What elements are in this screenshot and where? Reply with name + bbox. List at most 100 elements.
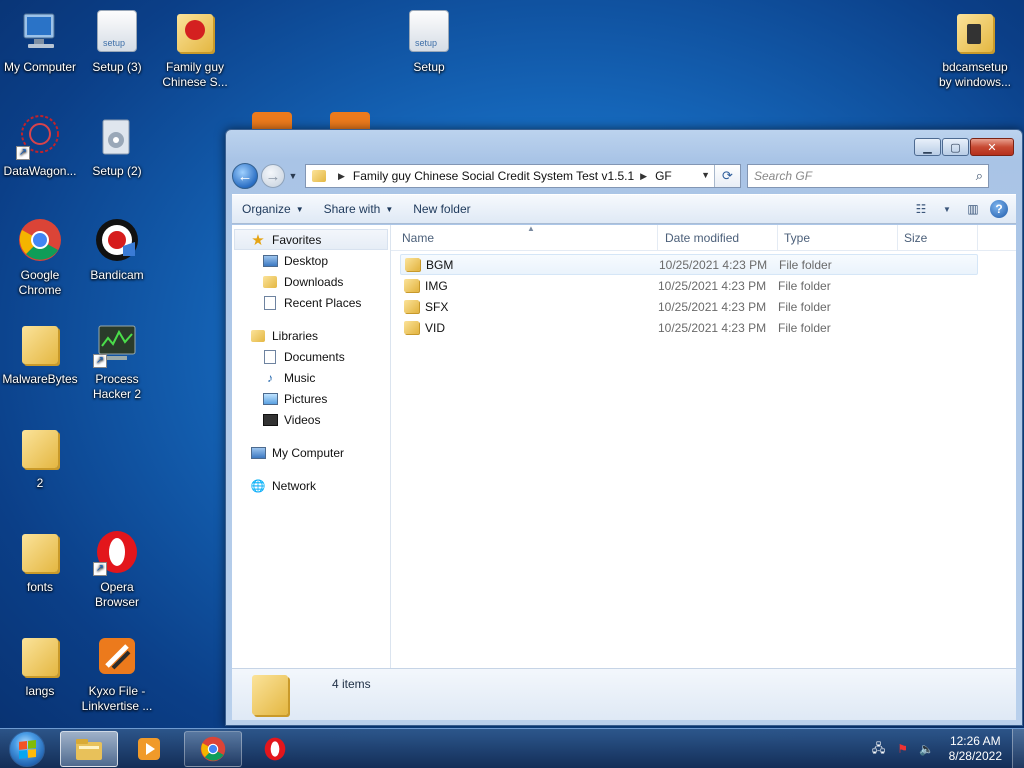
nav-item-label: Pictures xyxy=(284,391,328,406)
search-input[interactable]: Search GF ⌕ xyxy=(747,164,989,188)
recent-places-icon xyxy=(262,295,278,311)
desktop-icon-label: bdcamsetup by windows... xyxy=(938,60,1012,89)
file-date: 10/25/2021 4:23 PM xyxy=(659,257,768,272)
file-row-img[interactable]: IMG 10/25/2021 4:23 PM File folder xyxy=(400,275,978,296)
file-row-vid[interactable]: VID 10/25/2021 4:23 PM File folder xyxy=(400,317,978,338)
nav-item-recent-places[interactable]: Recent Places xyxy=(232,292,390,313)
minimize-button[interactable]: ▁ xyxy=(914,138,941,156)
nav-item-downloads[interactable]: Downloads xyxy=(232,271,390,292)
desktop-icon-process-hacker[interactable]: ↗ Process Hacker 2 xyxy=(77,320,157,402)
help-icon[interactable]: ? xyxy=(990,200,1008,218)
forward-button[interactable]: → xyxy=(261,164,285,188)
desktop-icon-opera[interactable]: ↗ Opera Browser xyxy=(77,528,157,610)
folder-icon xyxy=(404,321,419,334)
breadcrumb-separator[interactable]: ▶ xyxy=(640,171,647,182)
breadcrumb-separator[interactable]: ▶ xyxy=(338,171,345,182)
desktop-icon-label: Setup (3) xyxy=(92,60,142,74)
back-button[interactable]: ← xyxy=(232,163,258,189)
folder-icon xyxy=(404,300,419,313)
maximize-button[interactable]: ▢ xyxy=(942,138,969,156)
desktop-icon-label: Google Chrome xyxy=(18,268,62,297)
nav-item-libraries[interactable]: Libraries xyxy=(232,325,390,346)
desktop-icon-google-chrome[interactable]: Google Chrome xyxy=(0,216,80,298)
desktop-icon-my-computer[interactable]: My Computer xyxy=(0,8,80,75)
column-type[interactable]: Type xyxy=(778,225,898,250)
clock[interactable]: 12:26 AM 8/28/2022 xyxy=(949,734,1002,764)
breadcrumb-item[interactable]: GF xyxy=(655,169,672,183)
start-button[interactable] xyxy=(4,729,50,768)
desktop-icon-label: 2 xyxy=(36,476,44,490)
desktop-icon-datawagon[interactable]: ↗ DataWagon... xyxy=(0,112,80,179)
nav-item-label: Network xyxy=(272,478,317,493)
desktop-icon-setup-3[interactable]: setup Setup (3) xyxy=(77,8,157,75)
address-dropdown[interactable]: ▼ xyxy=(701,170,710,180)
taskbar-opera[interactable] xyxy=(246,731,304,767)
column-size[interactable]: Size xyxy=(898,225,978,250)
videos-icon xyxy=(262,412,278,428)
new-folder-button[interactable]: New folder xyxy=(403,195,480,223)
share-with-button[interactable]: Share with ▼ xyxy=(314,195,404,223)
nav-item-music[interactable]: ♪ Music xyxy=(232,367,390,388)
search-icon[interactable]: ⌕ xyxy=(976,168,983,184)
share-with-label: Share with xyxy=(323,202,381,216)
desktop-icon-setup[interactable]: setup Setup xyxy=(389,8,469,75)
show-desktop-button[interactable] xyxy=(1012,729,1024,768)
taskbar: 🖧 ⚑ 🔈 12:26 AM 8/28/2022 xyxy=(0,728,1024,768)
desktop-icon-langs[interactable]: langs xyxy=(0,632,80,699)
datawagon-icon: ↗ xyxy=(16,112,64,160)
file-type: File folder xyxy=(778,278,831,293)
nav-item-desktop[interactable]: Desktop xyxy=(232,250,390,271)
file-row-bgm[interactable]: BGM 10/25/2021 4:23 PM File folder xyxy=(400,254,978,275)
nav-item-videos[interactable]: Videos xyxy=(232,409,390,430)
nav-item-network[interactable]: 🌐 Network xyxy=(232,475,390,496)
nav-item-label: Downloads xyxy=(284,274,344,289)
chevron-down-icon[interactable]: ▼ xyxy=(938,200,956,218)
file-name: BGM xyxy=(426,257,454,272)
folder-icon xyxy=(405,258,420,271)
folder-icon xyxy=(171,8,219,56)
taskbar-explorer[interactable] xyxy=(60,731,118,767)
address-bar[interactable]: ▶ Family guy Chinese Social Credit Syste… xyxy=(305,164,741,188)
setup-icon: setup xyxy=(405,8,453,56)
setup-icon: setup xyxy=(93,8,141,56)
folder-icon xyxy=(312,170,326,182)
bandicam-icon xyxy=(93,216,141,264)
desktop-icon-kyxo[interactable]: Kyxo File - Linkvertise ... xyxy=(77,632,157,714)
organize-button[interactable]: Organize ▼ xyxy=(232,195,314,223)
pictures-icon xyxy=(262,391,278,407)
column-name[interactable]: Name xyxy=(391,225,658,250)
view-options-icon[interactable]: ☷ xyxy=(912,200,930,218)
explorer-window[interactable]: ▁ ▢ ✕ ← → ▼ ▶ Family guy Chinese Social … xyxy=(225,129,1023,726)
desktop-icon-setup-2[interactable]: Setup (2) xyxy=(77,112,157,179)
desktop-icon-bdcamsetup[interactable]: bdcamsetup by windows... xyxy=(935,8,1015,90)
action-center-flag-icon[interactable]: ⚑ xyxy=(895,741,911,757)
close-button[interactable]: ✕ xyxy=(970,138,1014,156)
file-name: IMG xyxy=(425,278,448,293)
breadcrumb-item[interactable]: Family guy Chinese Social Credit System … xyxy=(353,169,634,183)
nav-item-pictures[interactable]: Pictures xyxy=(232,388,390,409)
column-date-modified[interactable]: Date modified xyxy=(658,225,778,250)
taskbar-chrome[interactable] xyxy=(184,731,242,767)
preview-pane-icon[interactable]: ▥ xyxy=(964,200,982,218)
nav-item-label: Libraries xyxy=(272,328,319,343)
folder-icon xyxy=(16,320,64,368)
network-icon[interactable]: 🖧 xyxy=(871,741,887,757)
file-row-sfx[interactable]: SFX 10/25/2021 4:23 PM File folder xyxy=(400,296,978,317)
nav-item-documents[interactable]: Documents xyxy=(232,346,390,367)
desktop-icon-2[interactable]: 2 xyxy=(0,424,80,491)
nav-item-my-computer[interactable]: My Computer xyxy=(232,442,390,463)
recent-pages-dropdown[interactable]: ▼ xyxy=(287,171,299,181)
volume-icon[interactable]: 🔈 xyxy=(919,741,935,757)
nav-item-favorites[interactable]: ★ Favorites xyxy=(234,229,388,250)
desktop-icon-malwarebytes[interactable]: MalwareBytes xyxy=(0,320,80,387)
folder-icon xyxy=(404,279,419,292)
file-type: File folder xyxy=(779,257,832,272)
desktop-icon-family-guy[interactable]: Family guy Chinese S... xyxy=(155,8,235,90)
desktop-icon-label: MalwareBytes xyxy=(2,372,78,386)
refresh-icon[interactable]: ⟳ xyxy=(714,165,740,187)
details-pane: 4 items xyxy=(232,668,1016,720)
taskbar-media-player[interactable] xyxy=(120,731,178,767)
desktop-icon-bandicam[interactable]: Bandicam xyxy=(77,216,157,283)
desktop-icon-fonts[interactable]: fonts xyxy=(0,528,80,595)
hidden-icon xyxy=(330,112,370,130)
